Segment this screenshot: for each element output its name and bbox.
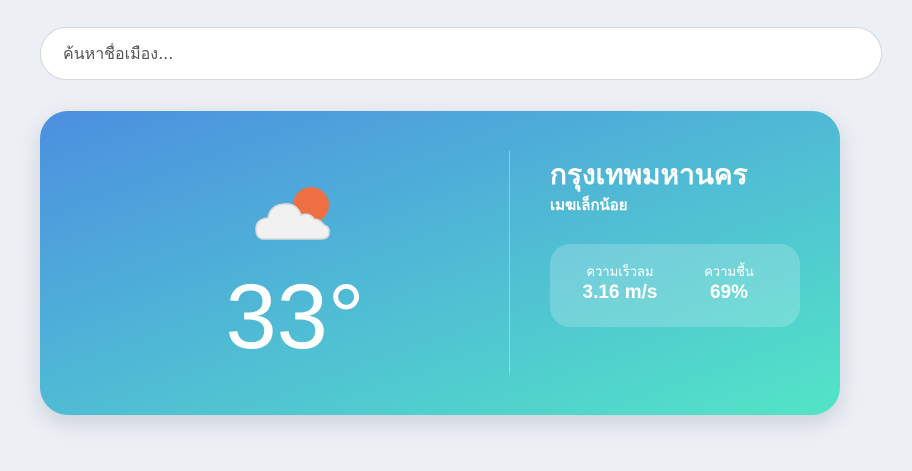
temperature-value: 33°	[225, 266, 365, 368]
search-input[interactable]	[61, 43, 861, 64]
sun-behind-cloud-icon	[255, 187, 330, 240]
weather-details-pane: กรุงเทพมหานคร เมฆเล็กน้อย ความเร็วลม 3.1…	[550, 111, 830, 415]
wind-label: ความเร็วลม	[586, 265, 654, 280]
card-divider	[509, 151, 510, 375]
humidity-stat: ความชื้น 69%	[674, 264, 784, 304]
weather-current-pane: 33°	[40, 111, 510, 415]
weather-description: เมฆเล็กน้อย	[550, 196, 628, 214]
wind-value: 3.16 m/s	[582, 282, 658, 303]
wind-stat: ความเร็วลม 3.16 m/s	[565, 264, 675, 304]
search-bar[interactable]	[40, 27, 882, 80]
city-name: กรุงเทพมหานคร	[550, 158, 748, 191]
weather-card: 33° กรุงเทพมหานคร เมฆเล็กน้อย ความเร็วลม…	[40, 111, 840, 415]
humidity-value: 69%	[709, 282, 749, 303]
humidity-label: ความชื้น	[704, 265, 754, 280]
weather-stats: ความเร็วลม 3.16 m/s ความชื้น 69%	[550, 244, 800, 327]
